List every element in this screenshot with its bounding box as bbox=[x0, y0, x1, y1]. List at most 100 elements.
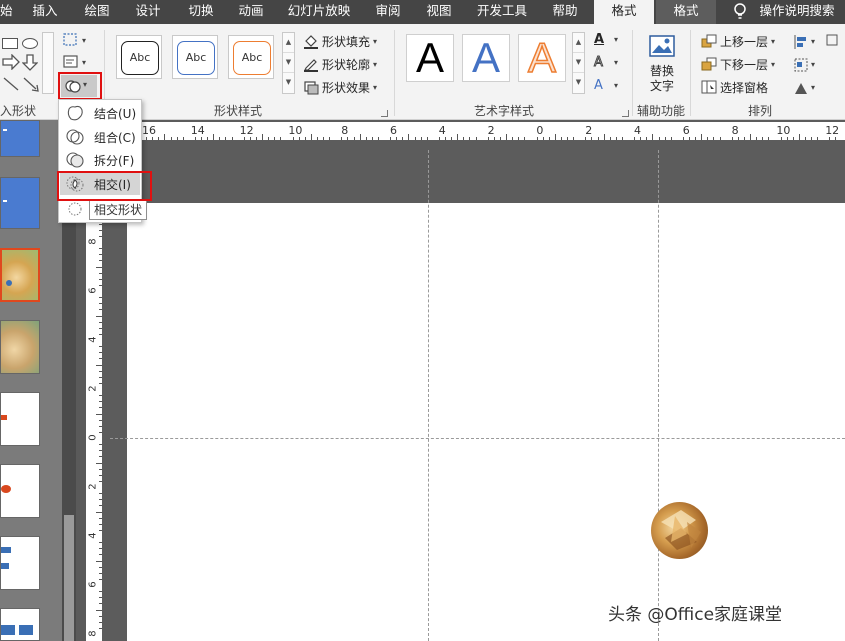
gallery-up-icon[interactable]: ▲ bbox=[573, 33, 584, 53]
chevron-down-icon: ▾ bbox=[771, 59, 776, 69]
shape-style-3-text: Abc bbox=[233, 41, 271, 75]
ruler-tick bbox=[99, 474, 102, 476]
wordart-gallery-scroll[interactable]: ▲ ▼ ▼ bbox=[572, 32, 585, 94]
tab-home[interactable]: 始 bbox=[0, 0, 13, 24]
tab-view[interactable]: 视图 bbox=[419, 0, 459, 24]
gallery-down-icon[interactable]: ▼ bbox=[283, 53, 294, 73]
watermark-text: 头条 @Office家庭课堂 bbox=[608, 605, 783, 625]
send-backward-button[interactable]: 下移一层 ▾ bbox=[700, 55, 776, 73]
ruler-tick bbox=[99, 542, 102, 544]
ruler-tick bbox=[634, 137, 636, 140]
horizontal-guide-center[interactable] bbox=[110, 438, 845, 439]
shape-style-2-text: Abc bbox=[177, 41, 215, 75]
vertical-guide-left[interactable] bbox=[428, 150, 429, 641]
ruler-tick bbox=[170, 137, 172, 140]
group-divider bbox=[690, 30, 691, 116]
wordart-launcher-icon[interactable] bbox=[622, 110, 629, 117]
rotate-icon[interactable] bbox=[793, 80, 809, 96]
line-shape-icon[interactable] bbox=[2, 76, 20, 92]
slide-thumbnail[interactable] bbox=[0, 392, 40, 446]
shape-outline-button[interactable]: 形状轮廓 ▾ bbox=[302, 55, 378, 73]
menu-item-union[interactable]: 结合(U) bbox=[60, 102, 140, 124]
tab-help[interactable]: 帮助 bbox=[545, 0, 585, 24]
size-group-collapsed[interactable] bbox=[826, 34, 840, 94]
rotate-dropdown-icon[interactable]: ▾ bbox=[811, 83, 815, 92]
ruler-number: 6 bbox=[87, 287, 99, 294]
text-outline-button[interactable]: A ▾ bbox=[592, 55, 622, 73]
oval-shape-icon[interactable] bbox=[22, 38, 38, 49]
tab-review[interactable]: 审阅 bbox=[368, 0, 408, 24]
slide-canvas[interactable] bbox=[127, 203, 845, 641]
tab-insert[interactable]: 插入 bbox=[26, 0, 64, 24]
textbox-dropdown-icon[interactable]: ▾ bbox=[82, 58, 86, 67]
tab-animations[interactable]: 动画 bbox=[231, 0, 271, 24]
ruler-tick bbox=[347, 137, 349, 140]
gallery-more-icon[interactable]: ▼ bbox=[283, 73, 294, 93]
ruler-tick bbox=[811, 137, 812, 140]
group-objects-icon[interactable] bbox=[793, 57, 809, 73]
shape-style-thumb-3[interactable]: Abc bbox=[228, 35, 274, 79]
gallery-down-icon[interactable]: ▼ bbox=[573, 53, 584, 73]
slide-thumbnail-selected[interactable] bbox=[0, 248, 40, 302]
menu-item-fragment[interactable]: 拆分(F) bbox=[60, 149, 140, 171]
text-fill-button[interactable]: A ▾ bbox=[592, 32, 622, 50]
arrow-line-shape-icon[interactable] bbox=[22, 76, 40, 92]
tab-format-active[interactable]: 格式 bbox=[594, 0, 654, 24]
edit-shape-icon[interactable] bbox=[62, 32, 80, 48]
wordart-style-blue[interactable]: A bbox=[462, 34, 510, 82]
thumbnail-mark bbox=[19, 625, 33, 635]
bring-forward-button[interactable]: 上移一层 ▾ bbox=[700, 32, 776, 50]
align-icon[interactable] bbox=[793, 34, 809, 50]
thumbnail-mark bbox=[1, 547, 11, 553]
align-dropdown-icon[interactable]: ▾ bbox=[811, 37, 815, 46]
shape-styles-launcher-icon[interactable] bbox=[381, 110, 388, 117]
ruler-tick bbox=[597, 137, 599, 140]
slide-thumbnail[interactable] bbox=[0, 536, 40, 590]
rectangle-shape-icon[interactable] bbox=[2, 38, 18, 49]
group-dropdown-icon[interactable]: ▾ bbox=[811, 60, 815, 69]
gallery-more-icon[interactable]: ▼ bbox=[573, 73, 584, 93]
shape-effects-button[interactable]: 形状效果 ▾ bbox=[302, 78, 378, 96]
alt-text-button[interactable]: 替换 文字 bbox=[640, 32, 684, 96]
shape-style-thumb-1[interactable]: Abc bbox=[116, 35, 162, 79]
slide-thumbnail[interactable] bbox=[0, 177, 40, 229]
shape-style-thumb-2[interactable]: Abc bbox=[172, 35, 218, 79]
subtract-icon bbox=[68, 202, 82, 216]
ruler-number: 6 bbox=[87, 581, 99, 588]
shape-styles-gallery-scroll[interactable]: ▲ ▼ ▼ bbox=[282, 32, 295, 94]
menu-item-subtract[interactable] bbox=[60, 198, 90, 220]
menu-item-combine[interactable]: 组合(C) bbox=[60, 126, 140, 148]
shape-fill-button[interactable]: 形状填充 ▾ bbox=[302, 32, 378, 50]
gallery-up-icon[interactable]: ▲ bbox=[283, 33, 294, 53]
ruler-number: 4 bbox=[438, 124, 446, 137]
wordart-style-black[interactable]: A bbox=[406, 34, 454, 82]
slide-thumbnail[interactable] bbox=[0, 464, 40, 518]
scrollbar-thumb[interactable] bbox=[64, 515, 74, 641]
slide-thumbnail[interactable] bbox=[0, 320, 40, 374]
edit-shape-dropdown-icon[interactable]: ▾ bbox=[82, 36, 86, 45]
ruler-tick bbox=[420, 137, 422, 140]
ruler-tick bbox=[792, 137, 794, 140]
tab-transitions[interactable]: 切换 bbox=[181, 0, 221, 24]
alt-text-line2: 文字 bbox=[649, 79, 674, 93]
ruler-tick bbox=[99, 278, 102, 280]
slide-thumbnail[interactable] bbox=[0, 608, 40, 641]
shapes-gallery-scroll[interactable] bbox=[42, 32, 54, 94]
down-arrow-shape-icon[interactable] bbox=[22, 54, 38, 71]
slide-thumbnail[interactable] bbox=[0, 120, 40, 157]
text-effects-button[interactable]: A ▾ bbox=[592, 78, 622, 96]
tab-draw[interactable]: 绘图 bbox=[78, 0, 116, 24]
tab-developer[interactable]: 开发工具 bbox=[472, 0, 532, 24]
selection-pane-button[interactable]: 选择窗格 bbox=[700, 78, 769, 96]
right-arrow-shape-icon[interactable] bbox=[2, 54, 20, 70]
thumbnail-mark bbox=[3, 129, 7, 131]
textbox-icon[interactable] bbox=[62, 54, 80, 70]
wordart-style-orange[interactable]: A bbox=[518, 34, 566, 82]
vertical-guide-right[interactable] bbox=[658, 150, 659, 641]
tab-design[interactable]: 设计 bbox=[128, 0, 168, 24]
tab-format-picture[interactable]: 格式 bbox=[656, 0, 716, 24]
tell-me-search[interactable]: 操作说明搜索 bbox=[756, 0, 838, 24]
tab-slideshow[interactable]: 幻灯片放映 bbox=[283, 0, 355, 24]
horizontal-ruler[interactable]: 16 14 12 10 8 6 4 2 0 2 4 6 8 10 12 bbox=[136, 122, 845, 140]
intersected-picture-shape[interactable] bbox=[651, 502, 708, 559]
